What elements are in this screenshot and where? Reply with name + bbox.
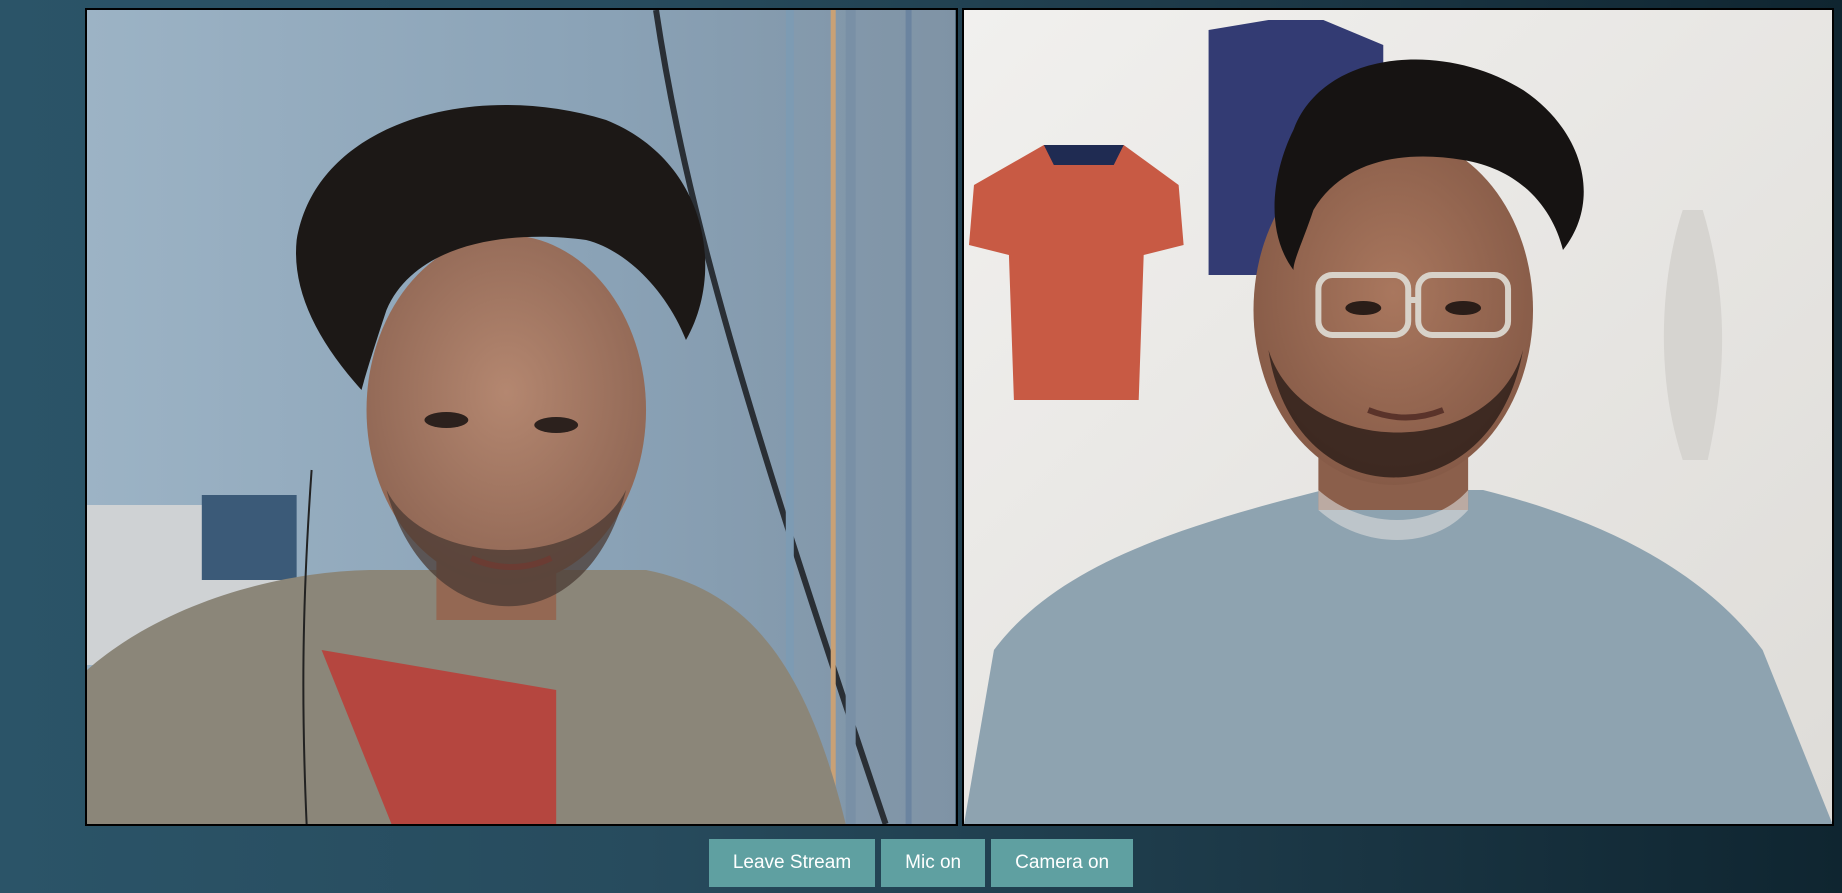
video-tile-local [961, 8, 1834, 826]
video-grid [85, 8, 1834, 826]
leave-stream-button[interactable]: Leave Stream [708, 839, 876, 887]
camera-toggle-button[interactable]: Camera on [991, 839, 1134, 887]
local-video-feed [963, 10, 1832, 824]
mic-toggle-button[interactable]: Mic on [881, 839, 986, 887]
video-tile-remote [85, 8, 958, 826]
remote-video-feed [87, 10, 956, 824]
stream-controls: Leave Stream Mic on Camera on [0, 839, 1842, 887]
